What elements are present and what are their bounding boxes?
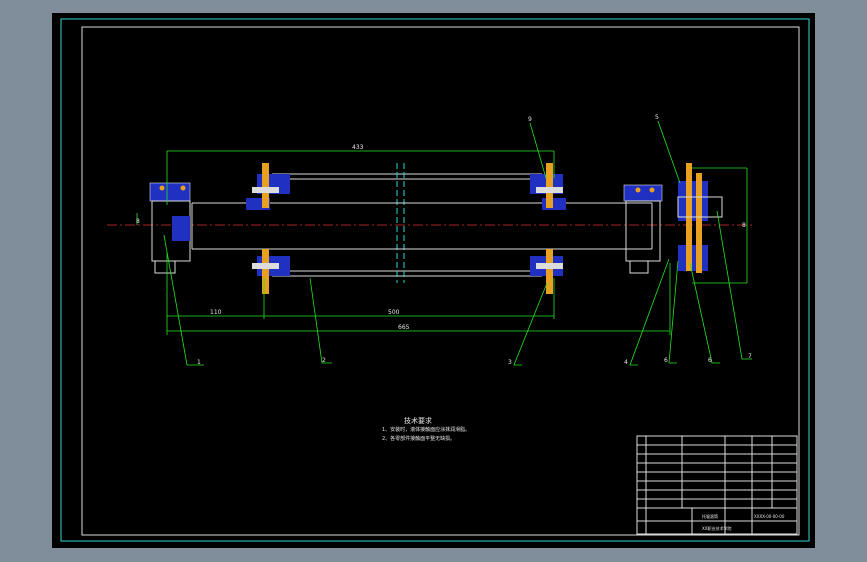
leader-lines bbox=[163, 120, 752, 366]
balloon-6a: 6 bbox=[664, 357, 668, 364]
dim-left: 110 bbox=[210, 309, 222, 316]
balloon-6b: 6 bbox=[708, 357, 712, 364]
dim-overall: 665 bbox=[398, 324, 410, 331]
title-block-company: XX职业技术学院 bbox=[702, 525, 731, 531]
title-block-title: 托辊滚筒 bbox=[702, 513, 718, 519]
cad-drawing: 433 110 500 665 8 8 1 2 3 4 6 6 7 9 5 技术… bbox=[60, 18, 810, 542]
tech-req-item-2: 2、各零部件接触面平整无缺损。 bbox=[382, 435, 455, 442]
right-flange bbox=[530, 163, 566, 294]
balloon-2: 2 bbox=[322, 357, 326, 364]
balloon-3: 3 bbox=[508, 359, 512, 366]
left-flange bbox=[246, 163, 290, 294]
end-coupling bbox=[677, 163, 723, 273]
dim-left-vertical: 8 bbox=[136, 218, 140, 225]
tech-req-title: 技术要求 bbox=[404, 416, 432, 425]
left-bearing-housing bbox=[149, 182, 191, 274]
dim-top: 433 bbox=[352, 144, 364, 151]
dim-middle: 500 bbox=[388, 309, 400, 316]
balloon-5: 5 bbox=[655, 114, 659, 121]
inner-frame bbox=[81, 26, 800, 536]
balloon-9: 9 bbox=[528, 116, 532, 123]
title-block-code: XXXX-00-00-00 bbox=[754, 514, 785, 519]
balloon-4: 4 bbox=[624, 359, 628, 366]
tech-req-item-1: 1、安装时，滚体接触面应涂抹润滑脂。 bbox=[382, 426, 470, 433]
technical-requirements: 技术要求 1、安装时，滚体接触面应涂抹润滑脂。 2、各零部件接触面平整无缺损。 bbox=[382, 416, 470, 442]
roller-tube bbox=[272, 163, 542, 283]
title-block: 托辊滚筒 XX职业技术学院 XXXX-00-00-00 bbox=[636, 435, 798, 535]
balloon-1: 1 bbox=[197, 359, 201, 366]
dim-right-vertical: 8 bbox=[742, 222, 746, 229]
balloon-7: 7 bbox=[748, 353, 752, 360]
right-bearing-housing bbox=[623, 184, 663, 274]
drawing-sheet: 433 110 500 665 8 8 1 2 3 4 6 6 7 9 5 技术… bbox=[52, 13, 815, 548]
